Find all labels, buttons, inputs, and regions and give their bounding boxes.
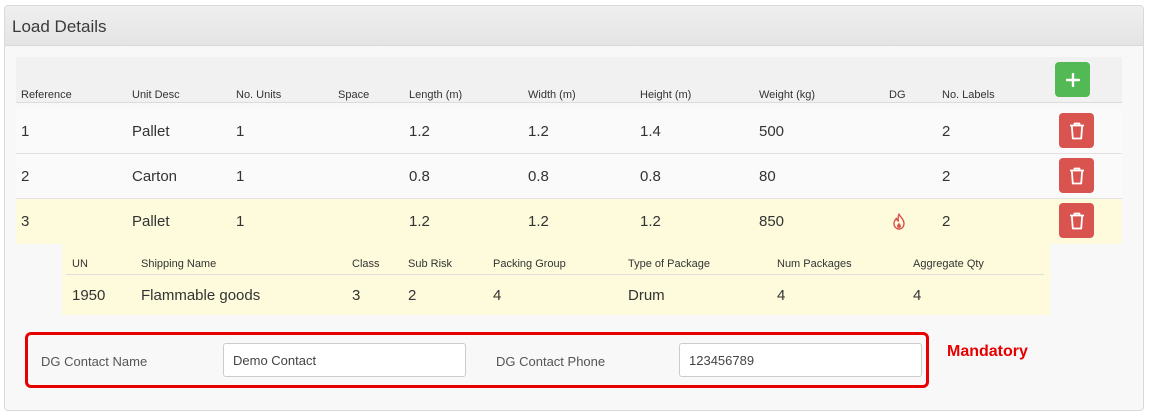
cell-labels: 2 (942, 168, 951, 185)
dg-contact-name-input[interactable] (223, 343, 466, 377)
dg-details-header: UN Shipping Name Class Sub Risk Packing … (66, 243, 1044, 275)
header-no-labels: No. Labels (942, 89, 995, 101)
cell-aggregate-qty: 4 (913, 287, 922, 304)
table-row-dangerous-goods: 3 Pallet 1 1.2 1.2 1.2 850 2 (16, 199, 1122, 244)
cell-class: 3 (352, 287, 361, 304)
cell-shipping-name: Flammable goods (141, 287, 261, 304)
header-height: Height (m) (640, 89, 692, 101)
header-num-packages: Num Packages (777, 258, 852, 270)
cell-unit-desc: Pallet (132, 213, 170, 230)
cell-reference: 3 (21, 213, 30, 230)
delete-row-button[interactable] (1059, 113, 1094, 148)
header-unit-desc: Unit Desc (132, 89, 180, 101)
cell-sub-risk: 2 (408, 287, 417, 304)
cell-length: 1.2 (409, 123, 430, 140)
dg-contact-phone-label: DG Contact Phone (496, 354, 606, 369)
cell-height: 0.8 (640, 168, 661, 185)
table-row: 2 Carton 1 0.8 0.8 0.8 80 2 (16, 154, 1122, 199)
delete-row-button[interactable] (1059, 158, 1094, 193)
add-row-button[interactable] (1055, 62, 1090, 97)
dg-details-table: UN Shipping Name Class Sub Risk Packing … (62, 243, 1050, 315)
cell-width: 0.8 (528, 168, 549, 185)
delete-row-button[interactable] (1059, 203, 1094, 238)
cell-packing-group: 4 (493, 287, 502, 304)
cell-no-units: 1 (236, 123, 245, 140)
table-header: Reference Unit Desc No. Units Space Leng… (16, 57, 1122, 103)
table-row: 1 Pallet 1 1.2 1.2 1.4 500 2 (16, 109, 1122, 154)
header-space: Space (338, 89, 370, 101)
cell-length: 0.8 (409, 168, 430, 185)
header-sub-risk: Sub Risk (408, 258, 453, 270)
dg-contact-section: DG Contact Name DG Contact Phone (25, 332, 929, 388)
header-no-units: No. Units (236, 89, 282, 101)
cell-num-packages: 4 (777, 287, 786, 304)
header-weight: Weight (kg) (759, 89, 816, 101)
cell-no-units: 1 (236, 213, 245, 230)
cell-length: 1.2 (409, 213, 430, 230)
header-dg: DG (889, 89, 906, 101)
cell-weight: 850 (759, 213, 785, 230)
cell-width: 1.2 (528, 123, 549, 140)
cell-unit-desc: Pallet (132, 123, 170, 140)
trash-icon (1069, 122, 1084, 139)
cell-weight: 80 (759, 168, 776, 185)
trash-icon (1069, 167, 1084, 184)
dg-contact-phone-input[interactable] (679, 343, 922, 377)
header-length: Length (m) (409, 89, 463, 101)
cell-reference: 1 (21, 123, 30, 140)
dg-contact-name-label: DG Contact Name (41, 354, 148, 369)
cell-weight: 500 (759, 123, 785, 140)
header-class: Class (352, 258, 380, 270)
cell-un: 1950 (72, 287, 106, 304)
header-width: Width (m) (528, 89, 576, 101)
cell-labels: 2 (942, 213, 951, 230)
header-un: UN (72, 258, 88, 270)
cell-width: 1.2 (528, 213, 549, 230)
cell-height: 1.2 (640, 213, 661, 230)
header-type-of-package: Type of Package (628, 258, 710, 270)
trash-icon (1069, 212, 1084, 229)
panel-title: Load Details (5, 6, 1143, 46)
header-aggregate-qty: Aggregate Qty (913, 258, 984, 270)
cell-no-units: 1 (236, 168, 245, 185)
mandatory-annotation: Mandatory (947, 343, 1028, 360)
header-reference: Reference (21, 89, 72, 101)
cell-package-type: Drum (628, 287, 665, 304)
cell-height: 1.4 (640, 123, 661, 140)
cell-unit-desc: Carton (132, 168, 178, 185)
header-shipping-name: Shipping Name (141, 258, 217, 270)
plus-icon (1065, 72, 1080, 87)
cell-reference: 2 (21, 168, 30, 185)
header-packing-group: Packing Group (493, 258, 566, 270)
cell-labels: 2 (942, 123, 951, 140)
flame-icon (892, 213, 906, 235)
